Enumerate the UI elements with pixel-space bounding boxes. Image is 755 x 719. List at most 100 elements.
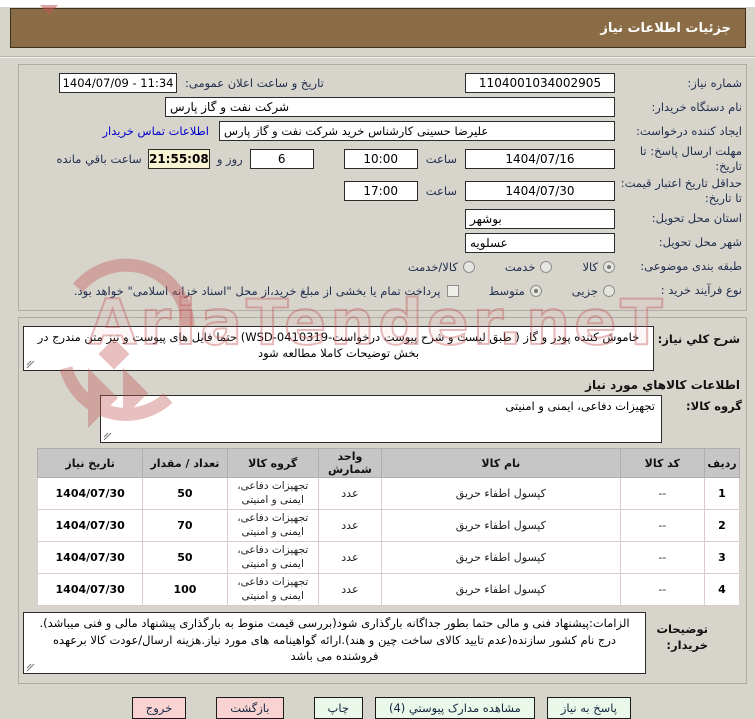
table-cell: 1404/07/30	[36, 573, 144, 607]
price-validity-time-field[interactable]: 17:00	[343, 180, 418, 201]
table-row: 2 -- کپسول اطفاء حریق عدد تجهیزات دفاعی، ایم…	[36, 509, 741, 543]
response-deadline-row: مهلت ارسال پاسخ: تا تاريخ: 1404/07/16 سا…	[23, 144, 743, 174]
city-label: شهر محل تحويل:	[658, 235, 742, 250]
table-cell: 1	[703, 477, 741, 511]
buyer-org-field[interactable]: شرکت نفت و گاز پارس	[165, 97, 615, 117]
process-option-minor[interactable]: جزيی	[572, 284, 615, 298]
process-option-medium[interactable]: متوسط	[489, 284, 542, 298]
table-cell: 1404/07/30	[36, 541, 144, 575]
classification-option-goods[interactable]: کالا	[582, 260, 615, 274]
response-deadline-date-field[interactable]: 1404/07/16	[465, 148, 615, 169]
resize-handle-icon[interactable]	[26, 360, 35, 369]
need-description-textarea[interactable]: خاموش کننده پودر و گاز ( طبق لیست و شرح …	[23, 325, 654, 372]
table-cell: تجهیزات دفاعی، ایمنی و امنیتی	[226, 573, 319, 607]
table-cell: 3	[703, 541, 741, 575]
province-field[interactable]: بوشهر	[465, 208, 615, 229]
col-unit: واحد شمارش	[317, 448, 382, 479]
response-time-field[interactable]: 10:00	[343, 148, 418, 169]
resize-handle-icon[interactable]	[26, 663, 35, 672]
price-validity-row: حداقل تاريخ اعتبار قيمت: تا تاريخ: 1404/…	[23, 176, 742, 206]
table-row: 3 -- کپسول اطفاء حریق عدد تجهیزات دفاعی، ایم…	[36, 541, 741, 575]
table-cell: 50	[142, 477, 228, 511]
process-type-label: نوع فرآيند خريد :	[660, 283, 742, 298]
table-cell: --	[619, 541, 705, 575]
exit-button[interactable]: خروج	[131, 697, 187, 719]
radio-icon[interactable]	[603, 260, 615, 273]
price-validity-hour-label: ساعت	[425, 183, 457, 198]
radio-icon[interactable]	[462, 260, 475, 273]
need-number-row: شماره نياز: 1104001034002905 تاريخ و ساع…	[23, 72, 742, 94]
view-attachments-button[interactable]: مشاهده مدارک پيوستي (4)	[374, 697, 535, 719]
buyer-notes-label: توضیحات خریدار:	[656, 622, 709, 652]
table-row: 1 -- کپسول اطفاء حریق عدد تجهیزات دفاعی، ایم…	[36, 477, 741, 511]
table-cell: --	[619, 573, 705, 607]
need-description-label: شرح کلي نياز:	[657, 331, 740, 346]
goods-section-title: اطلاعات کالاهاي مورد نياز	[585, 378, 740, 393]
col-item-code: کد کالا	[619, 448, 705, 479]
table-cell: 1404/07/30	[36, 509, 144, 543]
table-cell: کپسول اطفاء حریق	[380, 573, 621, 607]
buyer-org-label: نام دستگاه خريدار:	[651, 99, 742, 114]
col-need-date: تاریخ نیاز	[36, 448, 144, 479]
goods-group-row: گروه کالا: تجهیزات دفاعی، ایمنی و امنیتی	[23, 395, 742, 444]
respond-to-need-button[interactable]: پاسخ به نياز	[546, 697, 631, 719]
col-item-name: نام کالا	[380, 448, 621, 479]
countdown-field: 21:55:08	[147, 148, 210, 169]
table-row: 4 -- کپسول اطفاء حریق عدد تجهیزات دفاعی، ایم…	[36, 573, 741, 607]
radio-icon[interactable]	[603, 284, 615, 297]
city-field[interactable]: عسلویه	[465, 232, 615, 253]
table-cell: --	[619, 509, 705, 543]
treasury-payment-checkbox[interactable]	[446, 284, 459, 297]
table-cell: 50	[142, 541, 228, 575]
table-cell: 2	[703, 509, 741, 543]
table-cell: تجهیزات دفاعی، ایمنی و امنیتی	[226, 477, 319, 511]
table-cell: --	[619, 477, 705, 511]
province-label: استان محل تحويل:	[651, 211, 742, 226]
footer-toolbar: پاسخ به نياز مشاهده مدارک پيوستي (4) چاپ…	[0, 697, 631, 719]
treasury-payment-label: پرداخت تمام یا بخشی از مبلغ خرید،از محل …	[73, 283, 441, 298]
table-cell: 100	[142, 573, 228, 607]
need-description-row: شرح کلي نياز: خاموش کننده پودر و گاز ( ط…	[23, 325, 742, 372]
table-cell: عدد	[317, 541, 382, 575]
page-title-bar: جزئيات اطلاعات نياز	[10, 8, 746, 48]
page-title: جزئيات اطلاعات نياز	[600, 20, 731, 36]
back-button[interactable]: بازگشت	[216, 697, 284, 719]
classification-option-service[interactable]: خدمت	[505, 260, 553, 274]
table-cell: 1404/07/30	[36, 477, 144, 511]
request-creator-row: ايجاد کننده درخواست: علیرضا حسینی کارشنا…	[23, 120, 742, 142]
resize-handle-icon[interactable]	[103, 432, 112, 441]
countdown-label: ساعت باقي مانده	[56, 151, 142, 166]
radio-icon[interactable]	[540, 260, 553, 273]
classification-option-goods-service[interactable]: کالا/خدمت	[408, 260, 475, 274]
table-cell: تجهیزات دفاعی، ایمنی و امنیتی	[226, 509, 319, 543]
price-validity-date-field[interactable]: 1404/07/30	[465, 180, 615, 201]
table-cell: کپسول اطفاء حریق	[380, 477, 621, 511]
top-strip	[0, 0, 755, 7]
classification-row: طبقه بندی موضوعی: کالا خدمت کالا/خدمت	[23, 256, 742, 278]
page: { "title_bar": { "title": "جزئيات اطلاعا…	[0, 0, 755, 719]
announce-datetime-label: تاريخ و ساعت اعلان عمومی:	[185, 76, 324, 90]
price-validity-label: حداقل تاريخ اعتبار قيمت: تا تاريخ:	[620, 175, 742, 205]
remaining-days-field[interactable]: 6	[249, 148, 314, 169]
table-cell: کپسول اطفاء حریق	[380, 541, 621, 575]
buyer-contact-link[interactable]: اطلاعات تماس خريدار	[102, 124, 209, 138]
table-cell: کپسول اطفاء حریق	[380, 509, 621, 543]
col-group: گروه کالا	[226, 448, 319, 479]
response-deadline-label: مهلت ارسال پاسخ: تا تاريخ:	[639, 144, 742, 173]
goods-table-body: 1 -- کپسول اطفاء حریق عدد تجهیزات دفاعی، ایم…	[36, 477, 741, 607]
goods-group-textarea[interactable]: تجهیزات دفاعی، ایمنی و امنیتی	[100, 395, 662, 444]
buyer-notes-textarea[interactable]: الزامات:پیشنهاد فنی و مالی حتما بطور جدا…	[23, 612, 646, 675]
response-hour-label: ساعت	[425, 151, 457, 166]
print-button[interactable]: چاپ	[313, 697, 363, 719]
need-number-field[interactable]: 1104001034002905	[465, 73, 615, 93]
days-label: روز و	[216, 151, 243, 166]
announce-datetime-field[interactable]: 1404/07/09 - 11:34	[59, 73, 177, 93]
goods-group-label: گروه کالا:	[686, 399, 742, 414]
goods-table-header-row: ردیف کد کالا نام کالا واحد شمارش گروه کا…	[36, 448, 741, 479]
buyer-notes-row: توضیحات خریدار: الزامات:پیشنهاد فنی و ما…	[23, 612, 742, 675]
radio-icon[interactable]	[529, 284, 542, 297]
need-number-label: شماره نياز:	[687, 75, 742, 90]
table-cell: عدد	[317, 509, 382, 543]
process-type-row: نوع فرآيند خريد : جزيی متوسط پرداخت تمام…	[23, 280, 742, 302]
request-creator-field[interactable]: علیرضا حسینی کارشناس خرید شرکت نفت و گاز…	[219, 121, 615, 141]
